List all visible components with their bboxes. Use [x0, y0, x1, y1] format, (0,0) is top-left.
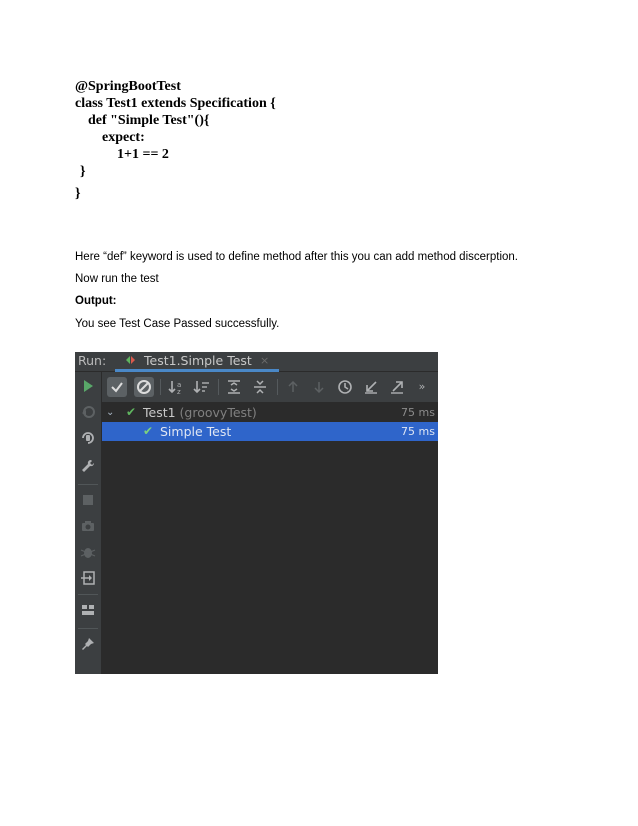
toggle-auto-test-icon[interactable] — [80, 430, 96, 446]
export-tests-button[interactable] — [387, 377, 407, 397]
show-ignored-button[interactable] — [134, 377, 154, 397]
close-icon[interactable]: × — [260, 352, 269, 369]
tree-node-label: Test1 (groovyTest) — [143, 405, 257, 420]
stop-icon[interactable] — [80, 492, 96, 508]
ignored-icon — [137, 380, 151, 394]
code-line-close-method: } — [80, 164, 86, 179]
diamond-test-icon — [126, 356, 135, 364]
check-icon — [111, 382, 123, 393]
svg-text:z: z — [177, 388, 181, 396]
rerun-failed-icon[interactable] — [80, 404, 96, 420]
run-label: Run: — [78, 353, 107, 368]
show-passed-button[interactable] — [107, 377, 127, 397]
test-results-tree: ⌄ ✔ Test1 (groovyTest) 75 ms ✔ Simple Te… — [102, 403, 438, 674]
sort-duration-icon — [193, 381, 209, 394]
paragraph-def-keyword: Here “def” keyword is used to define met… — [75, 251, 518, 263]
export-arrow-icon — [391, 381, 403, 394]
arrow-up-icon — [288, 380, 298, 392]
expand-all-icon — [228, 380, 240, 394]
more-icon: » — [418, 380, 426, 393]
sort-by-duration-button[interactable] — [192, 377, 212, 397]
pin-icon[interactable] — [80, 636, 96, 652]
separator — [78, 628, 98, 629]
tab-title: Test1.Simple Test — [144, 353, 252, 368]
camera-icon[interactable] — [80, 518, 96, 534]
duration-label: 75 ms — [401, 406, 435, 419]
sort-alpha-icon: az — [168, 381, 181, 396]
separator — [78, 594, 98, 595]
test-history-button[interactable] — [335, 377, 355, 397]
import-tests-button[interactable] — [361, 377, 381, 397]
code-line-expect: expect: — [102, 130, 145, 145]
chevron-down-icon[interactable]: ⌄ — [106, 403, 114, 422]
bug-icon[interactable] — [80, 544, 96, 560]
import-arrow-icon — [365, 381, 377, 394]
tree-node-label: Simple Test — [160, 424, 232, 439]
separator — [277, 379, 278, 395]
previous-failed-button[interactable] — [283, 377, 303, 397]
code-line-class: class Test1 extends Specification { — [75, 96, 276, 111]
clock-icon — [338, 380, 352, 394]
code-line-def: def "Simple Test"(){ — [88, 113, 210, 128]
passed-check-icon: ✔ — [126, 405, 137, 419]
rerun-icon[interactable] — [80, 378, 96, 394]
separator — [160, 379, 161, 395]
sort-alphabetically-button[interactable]: az — [167, 377, 187, 397]
tree-row-simple-test[interactable]: ✔ Simple Test 75 ms — [102, 422, 438, 441]
paragraph-run-test: Now run the test — [75, 273, 159, 285]
next-failed-button[interactable] — [309, 377, 329, 397]
separator — [78, 484, 98, 485]
test-toolbar: az » — [102, 372, 438, 403]
code-line-close-class: } — [75, 186, 81, 201]
run-tool-window: Run: Test1.Simple Test × a z » ⌄ ✔ Test1… — [75, 352, 438, 674]
tree-row-test1[interactable]: ⌄ ✔ Test1 (groovyTest) 75 ms — [102, 403, 438, 422]
collapse-all-button[interactable] — [250, 377, 270, 397]
wrench-icon[interactable] — [80, 458, 96, 474]
code-line-annotation: @SpringBootTest — [75, 79, 181, 94]
collapse-all-icon — [254, 380, 266, 394]
left-toolbar — [75, 372, 102, 674]
code-line-assert: 1+1 == 2 — [117, 147, 169, 162]
import-icon[interactable] — [80, 570, 96, 586]
run-window-header: Run: Test1.Simple Test × — [75, 352, 438, 372]
arrow-down-icon — [314, 382, 324, 394]
expand-all-button[interactable] — [224, 377, 244, 397]
separator — [218, 379, 219, 395]
paragraph-passed: You see Test Case Passed successfully. — [75, 318, 280, 330]
more-actions-button[interactable]: » — [412, 377, 432, 397]
layout-icon[interactable] — [80, 602, 96, 618]
duration-label: 75 ms — [401, 425, 435, 438]
passed-check-icon: ✔ — [143, 424, 154, 438]
output-label: Output: — [75, 295, 117, 307]
